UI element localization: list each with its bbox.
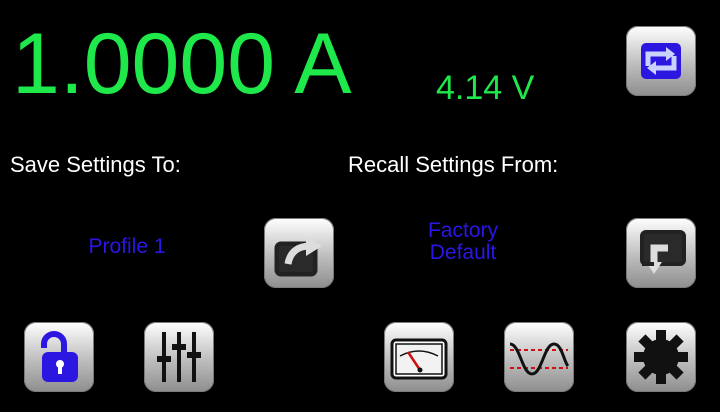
waveform-icon (509, 342, 570, 376)
gear-icon (634, 330, 688, 384)
meter-icon (390, 338, 448, 380)
swap-button[interactable] (626, 26, 696, 96)
voltage-reading: 4.14 V (436, 69, 535, 107)
save-settings-label: Save Settings To: (10, 152, 181, 177)
export-icon (274, 236, 322, 277)
save-button[interactable] (264, 218, 334, 288)
unlock-icon (41, 331, 78, 382)
recall-profile-line1: Factory (427, 219, 498, 242)
recall-button[interactable] (626, 218, 696, 288)
sliders-icon (157, 332, 201, 382)
waveform-button[interactable] (504, 322, 574, 392)
settings-button[interactable] (626, 322, 696, 392)
lock-button[interactable] (24, 322, 94, 392)
meter-button[interactable] (384, 322, 454, 392)
recall-profile-line2: Default (429, 241, 497, 264)
swap-icon (641, 43, 681, 79)
import-icon (640, 230, 686, 274)
save-profile-selector[interactable]: Profile 1 (52, 236, 202, 258)
sliders-button[interactable] (144, 322, 214, 392)
save-profile-name: Profile 1 (88, 235, 166, 258)
recall-settings-label: Recall Settings From: (348, 152, 559, 177)
recall-profile-selector[interactable]: Factory Default (388, 220, 538, 264)
current-reading: 1.0000 A (12, 16, 352, 112)
